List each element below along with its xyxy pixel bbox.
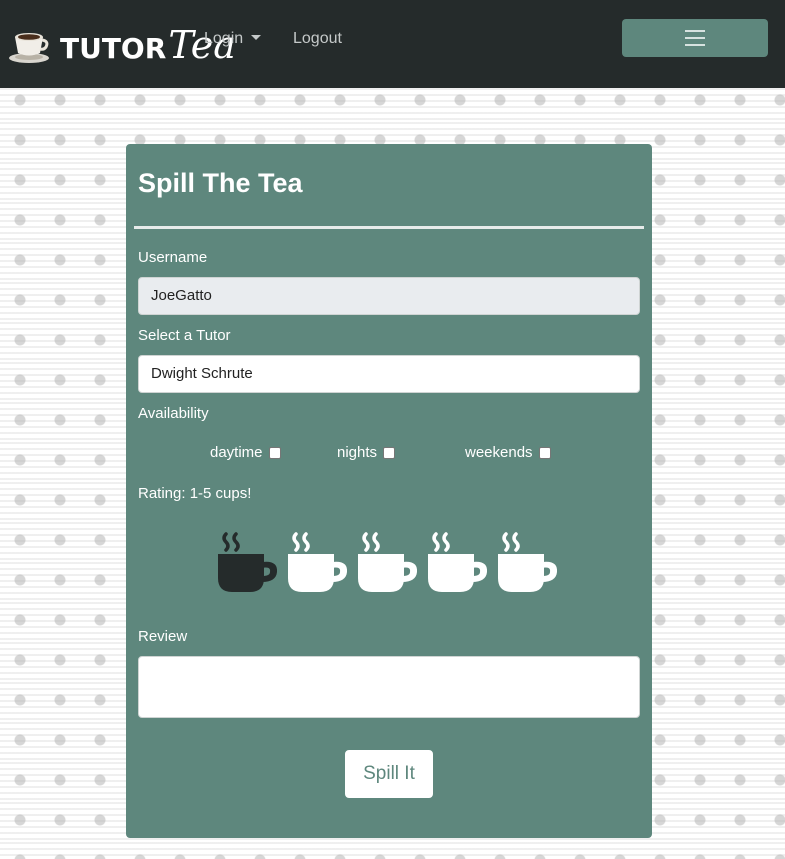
teacup-rating-icon[interactable] — [426, 530, 490, 596]
navbar-toggle-button[interactable] — [622, 19, 768, 57]
username-label: Username — [138, 249, 208, 266]
review-form-card: Spill The Tea Username JoeGatto Select a… — [126, 144, 652, 838]
page-title: Spill The Tea — [138, 168, 303, 198]
title-divider — [134, 226, 644, 229]
weekends-label: weekends — [465, 444, 533, 461]
navbar: TUTOR Tea Login Logout — [0, 0, 785, 88]
spill-it-button[interactable]: Spill It — [345, 750, 433, 798]
teacup-rating-icon[interactable] — [286, 530, 350, 596]
hamburger-icon — [685, 30, 705, 46]
teacup-rating-icon[interactable] — [216, 530, 280, 596]
checkbox-box[interactable] — [383, 446, 396, 459]
brand-logo[interactable]: TUTOR Tea — [8, 18, 236, 72]
rating-label: Rating: 1-5 cups! — [138, 485, 252, 502]
login-label: Login — [204, 30, 244, 47]
coffee-cup-logo-icon — [9, 33, 49, 63]
brand-name-tutor: TUTOR — [60, 32, 167, 65]
teacup-rating-icon[interactable] — [496, 530, 560, 596]
login-dropdown[interactable]: Login — [204, 30, 262, 48]
daytime-label: daytime — [210, 444, 263, 461]
username-field[interactable]: JoeGatto — [138, 277, 640, 315]
nights-checkbox[interactable]: nights — [337, 444, 396, 461]
availability-label: Availability — [138, 405, 209, 422]
review-textarea[interactable] — [138, 656, 640, 718]
teacup-rating-icon[interactable] — [356, 530, 420, 596]
caret-down-icon — [251, 35, 262, 40]
checkbox-box[interactable] — [538, 446, 551, 459]
review-label: Review — [138, 628, 188, 645]
nights-label: nights — [337, 444, 378, 461]
rating-cups — [216, 530, 566, 596]
logout-link[interactable]: Logout — [293, 30, 342, 48]
weekends-checkbox[interactable]: weekends — [465, 444, 551, 461]
availability-options: daytime nights weekends — [126, 444, 652, 468]
checkbox-box[interactable] — [268, 446, 281, 459]
daytime-checkbox[interactable]: daytime — [210, 444, 281, 461]
tutor-label: Select a Tutor — [138, 327, 231, 344]
tutor-select[interactable]: Dwight Schrute — [138, 355, 640, 393]
